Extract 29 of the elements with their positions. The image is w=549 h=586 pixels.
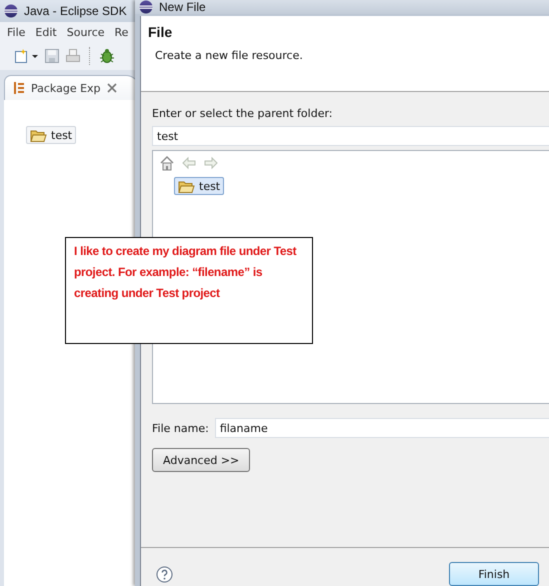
menu-item[interactable]: Edit: [30, 26, 62, 38]
eclipse-icon: [4, 4, 18, 18]
menu-item[interactable]: File: [2, 26, 30, 38]
tree-item[interactable]: test: [26, 126, 76, 144]
file-name-input-field[interactable]: filaname: [214, 418, 549, 438]
help-icon[interactable]: [156, 566, 173, 582]
tree-item[interactable]: test: [174, 177, 224, 195]
close-icon[interactable]: [106, 83, 117, 93]
package-explorer-icon: [13, 81, 25, 95]
print-icon[interactable]: [65, 48, 81, 64]
new-file-icon[interactable]: [14, 48, 30, 64]
finish-button[interactable]: Finish: [449, 562, 539, 586]
folder-icon: [30, 128, 47, 142]
field-label: File name:: [152, 422, 209, 434]
callout-note: I like to create my diagram file under Test project. For example: “filename” is creating under Test project: [65, 237, 313, 344]
dialog-heading: File: [148, 24, 174, 40]
advanced-button[interactable]: Advanced >>: [152, 448, 250, 472]
dialog-description: Create a new file resource.: [155, 49, 304, 62]
eclipse-icon: [139, 0, 153, 14]
window-title: Java - Eclipse SDK: [24, 4, 127, 18]
dialog-title: New File: [159, 0, 206, 14]
menu-item[interactable]: Re: [110, 26, 134, 38]
menu-item[interactable]: Source: [62, 26, 110, 38]
home-icon[interactable]: [159, 155, 175, 171]
save-icon[interactable]: [44, 48, 60, 64]
folder-icon: [178, 179, 195, 193]
bug-icon[interactable]: [99, 48, 115, 64]
field-label: Enter or select the parent folder:: [152, 107, 334, 122]
folder-input-field[interactable]: test: [152, 126, 549, 146]
